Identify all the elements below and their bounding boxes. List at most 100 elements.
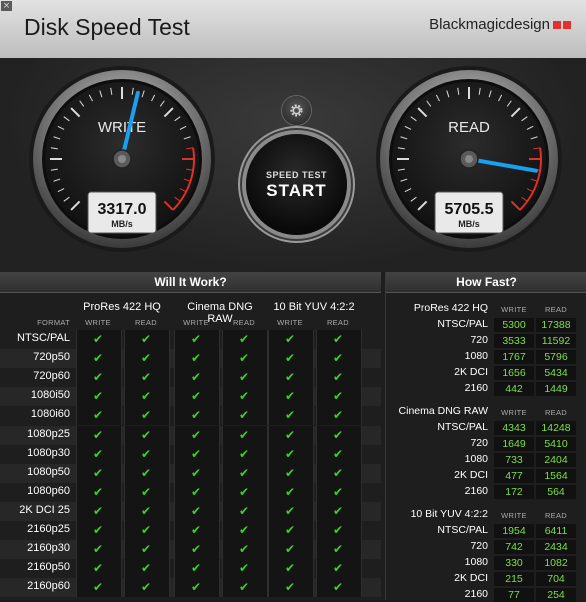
check-icon: ✔ — [284, 351, 296, 366]
format-name: NTSC/PAL — [437, 318, 488, 330]
check-icon: ✔ — [284, 465, 296, 480]
format-name: 720 — [470, 334, 488, 346]
brand-square-icon — [553, 20, 561, 29]
format-name: 1080 — [464, 453, 488, 465]
read-speed: 2404 — [544, 454, 568, 466]
needle-hub-cap — [465, 155, 473, 163]
read-speed: 5796 — [544, 351, 568, 363]
codec-header: Cinema DNG RAW — [398, 405, 488, 417]
brand-square-icon — [563, 20, 571, 29]
check-icon: ✔ — [140, 446, 152, 461]
codec-header: 10 Bit YUV 4:2:2 — [273, 301, 355, 313]
app-title: Disk Speed Test — [24, 14, 190, 40]
start-label: START — [266, 181, 327, 200]
check-icon: ✔ — [332, 351, 344, 366]
read-sublabel: READ — [544, 408, 568, 417]
check-icon: ✔ — [140, 389, 152, 404]
read-sublabel: READ — [326, 318, 350, 327]
check-icon: ✔ — [92, 332, 104, 346]
check-icon: ✔ — [190, 389, 202, 404]
format-name: 1080 — [464, 350, 488, 362]
read-speed: 254 — [547, 589, 565, 601]
check-icon: ✔ — [140, 351, 152, 366]
check-icon: ✔ — [190, 503, 202, 518]
check-icon: ✔ — [190, 542, 202, 557]
check-icon: ✔ — [238, 427, 250, 442]
check-icon: ✔ — [190, 580, 202, 595]
check-icon: ✔ — [284, 370, 296, 385]
gear-icon — [290, 104, 303, 117]
write-sublabel: WRITE — [85, 318, 111, 327]
check-icon: ✔ — [332, 523, 344, 537]
write-speed: 77 — [508, 589, 520, 601]
write-speed: 442 — [505, 383, 523, 395]
check-icon: ✔ — [238, 389, 250, 404]
check-icon: ✔ — [284, 389, 296, 404]
check-icon: ✔ — [190, 427, 202, 442]
close-button[interactable]: × — [1, 1, 12, 11]
start-button[interactable]: SPEED TEST START — [246, 134, 347, 235]
check-icon: ✔ — [332, 484, 344, 499]
check-icon: ✔ — [332, 370, 344, 385]
check-icon: ✔ — [284, 503, 296, 518]
check-icon: ✔ — [332, 332, 344, 346]
write-sublabel: WRITE — [277, 318, 303, 327]
settings-button[interactable] — [282, 96, 311, 125]
read-speed: 17388 — [541, 319, 571, 331]
read-speed: 1564 — [544, 470, 568, 482]
read-sublabel: READ — [232, 318, 256, 327]
check-icon: ✔ — [284, 427, 296, 442]
check-icon: ✔ — [332, 580, 344, 595]
check-icon: ✔ — [284, 408, 296, 423]
check-icon: ✔ — [238, 542, 250, 557]
write-speed: 3533 — [502, 335, 526, 347]
read-speed: 1082 — [544, 557, 568, 569]
check-icon: ✔ — [140, 523, 152, 537]
check-icon: ✔ — [190, 561, 202, 576]
write-sublabel: WRITE — [501, 511, 527, 520]
codec-header: ProRes 422 HQ — [413, 302, 488, 314]
format-name: NTSC/PAL — [17, 332, 70, 344]
read-sublabel: READ — [544, 305, 568, 314]
read-sublabel: READ — [544, 511, 568, 520]
format-name: 2160p25 — [27, 523, 70, 535]
check-icon: ✔ — [238, 332, 250, 346]
check-icon: ✔ — [140, 580, 152, 595]
check-icon: ✔ — [284, 332, 296, 346]
read-speed: 14248 — [541, 422, 571, 434]
write-speed: 5300 — [502, 319, 526, 331]
check-icon: ✔ — [140, 408, 152, 423]
gauge-label: READ — [448, 119, 490, 136]
check-icon: ✔ — [238, 408, 250, 423]
check-icon: ✔ — [140, 503, 152, 518]
check-icon: ✔ — [238, 484, 250, 499]
format-name: 2160 — [464, 485, 488, 497]
write-speed: 742 — [505, 541, 523, 553]
read-speed: 2434 — [544, 541, 568, 553]
check-icon: ✔ — [140, 561, 152, 576]
format-name: 2K DCI — [454, 366, 488, 378]
format-name: 720p60 — [33, 370, 70, 383]
read-speed: 5434 — [544, 367, 568, 379]
format-name: NTSC/PAL — [437, 524, 488, 536]
read-speed: 704 — [547, 573, 565, 585]
check-icon: ✔ — [92, 370, 104, 385]
check-icon: ✔ — [332, 427, 344, 442]
check-icon: ✔ — [92, 580, 104, 595]
title-bar: × Disk Speed Test Blackmagicdesign — [0, 0, 586, 59]
brand-text: Blackmagicdesign — [429, 16, 550, 33]
write-sublabel: WRITE — [183, 318, 209, 327]
check-icon: ✔ — [238, 446, 250, 461]
write-sublabel: WRITE — [501, 408, 527, 417]
check-icon: ✔ — [92, 503, 104, 518]
format-name: 2K DCI 25 — [19, 503, 70, 516]
format-name: NTSC/PAL — [437, 421, 488, 433]
check-icon: ✔ — [238, 561, 250, 576]
write-speed: 477 — [505, 470, 523, 482]
check-icon: ✔ — [284, 446, 296, 461]
write-speed: 1954 — [502, 525, 526, 537]
check-icon: ✔ — [92, 389, 104, 404]
check-icon: ✔ — [238, 503, 250, 518]
will-it-work-title: Will It Work? — [0, 272, 381, 293]
check-icon: ✔ — [92, 561, 104, 576]
